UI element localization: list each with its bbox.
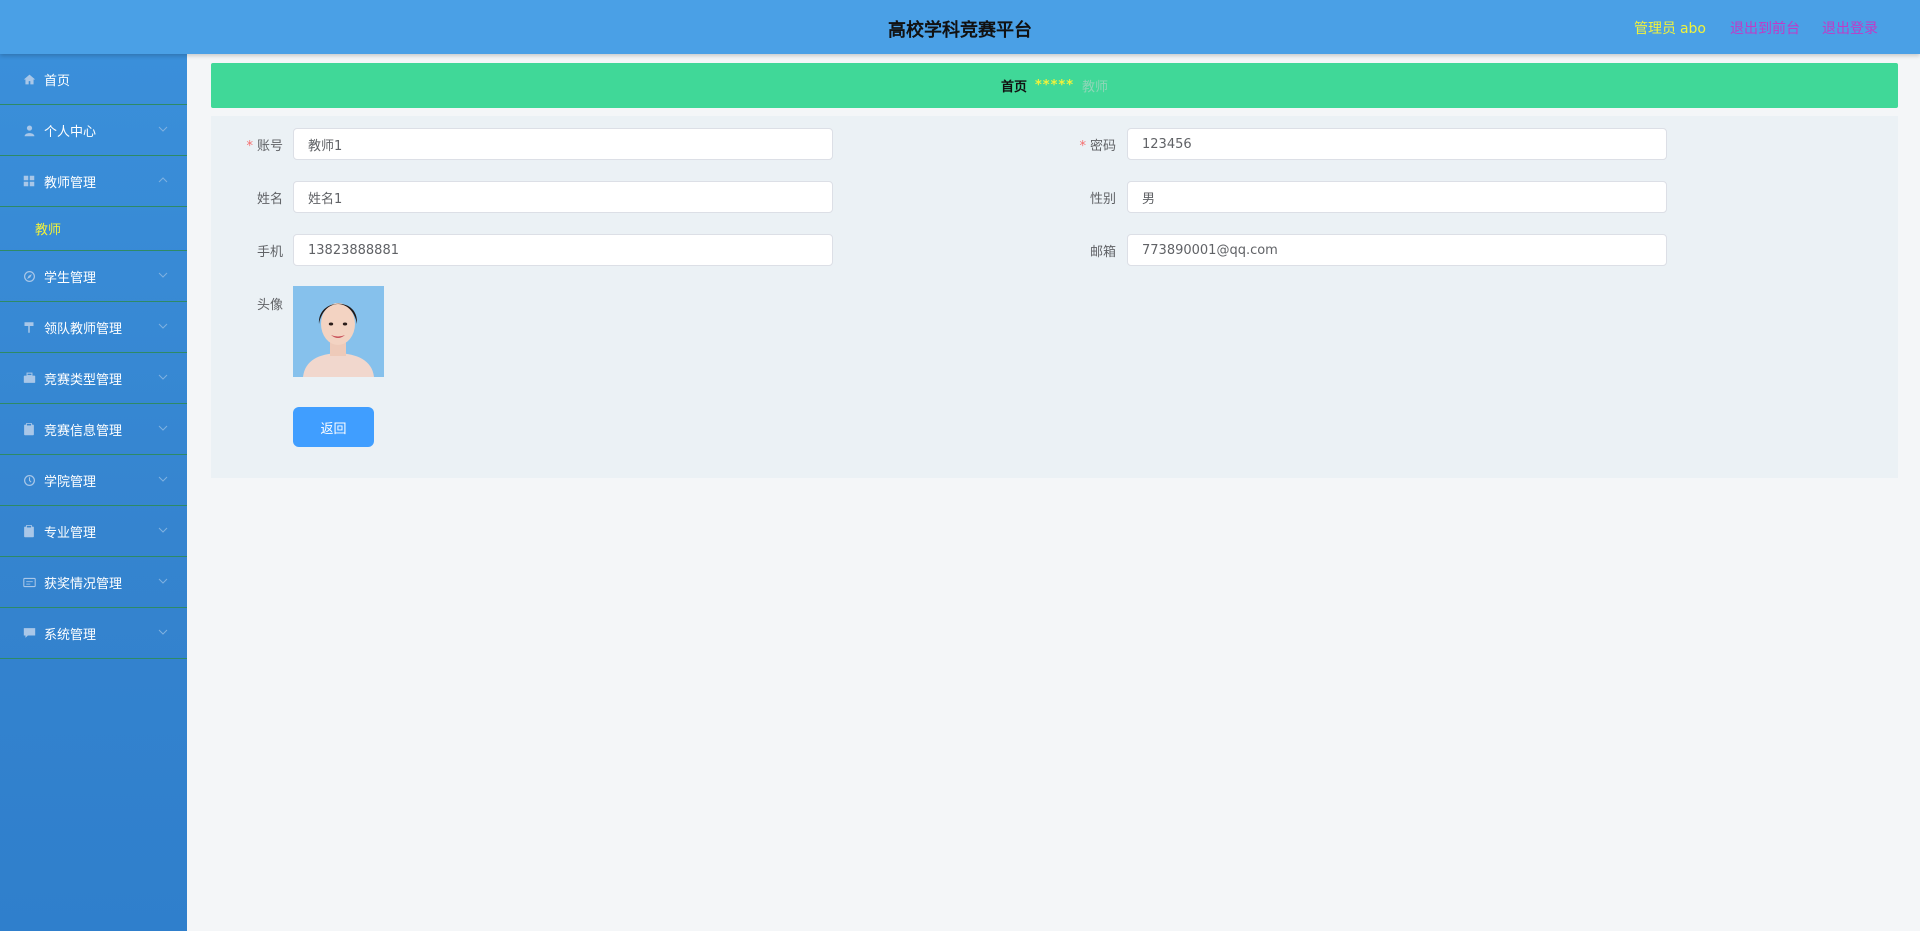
- name-label: 姓名: [256, 192, 283, 207]
- sidebar-item-label: 专业管理: [44, 525, 97, 541]
- sidebar-item-competition-type-management[interactable]: 竞赛类型管理: [0, 353, 187, 404]
- breadcrumb-separator: *****: [1035, 78, 1074, 93]
- sidebar-item-teacher-management[interactable]: 教师管理: [0, 156, 187, 207]
- gender-label: 性别: [1089, 192, 1116, 207]
- chevron-down-icon: [158, 374, 168, 380]
- sidebar-menu: 首页 个人中心 教师管理 教师 学生管理 领队教师管理 竞赛类型管理 竞赛信息管…: [0, 54, 187, 931]
- password-field[interactable]: [1127, 128, 1667, 160]
- sidebar-item-label: 竞赛信息管理: [44, 423, 123, 439]
- sidebar-item-home[interactable]: 首页: [0, 54, 187, 105]
- gender-field[interactable]: [1127, 181, 1667, 213]
- sidebar-item-label: 首页: [44, 73, 71, 89]
- flag-icon: [22, 320, 36, 334]
- home-icon: [22, 72, 36, 86]
- sidebar-subitem-teacher[interactable]: 教师: [0, 207, 187, 251]
- password-label-text: 密码: [1089, 139, 1116, 154]
- compass-icon: [22, 269, 36, 283]
- ticket-icon: [22, 575, 36, 589]
- breadcrumb-home[interactable]: 首页: [1001, 76, 1027, 95]
- grid-icon: [22, 174, 36, 188]
- chevron-down-icon: [158, 323, 168, 329]
- sidebar-item-college-management[interactable]: 学院管理: [0, 455, 187, 506]
- chevron-down-icon: [158, 126, 168, 132]
- clipboard-icon: [22, 524, 36, 538]
- breadcrumb: 首页 ***** 教师: [211, 63, 1898, 108]
- phone-field[interactable]: [293, 234, 833, 266]
- account-label: * 账号: [213, 135, 283, 154]
- account-label-text: 账号: [256, 139, 283, 154]
- logout-link[interactable]: 退出登录: [1822, 18, 1878, 38]
- sidebar-item-award-management[interactable]: 获奖情况管理: [0, 557, 187, 608]
- chevron-down-icon: [158, 578, 168, 584]
- chevron-up-icon: [158, 177, 168, 183]
- sidebar-item-label: 教师管理: [44, 175, 97, 191]
- password-label: * 密码: [1046, 135, 1116, 154]
- sidebar-item-label: 获奖情况管理: [44, 576, 123, 592]
- chevron-down-icon: [158, 272, 168, 278]
- briefcase-icon: [22, 371, 36, 385]
- chevron-down-icon: [158, 425, 168, 431]
- sidebar-item-label: 学生管理: [44, 270, 97, 286]
- chevron-down-icon: [158, 476, 168, 482]
- chevron-down-icon: [158, 629, 168, 635]
- sidebar-item-label: 个人中心: [44, 124, 97, 140]
- app-title: 高校学科竞赛平台: [888, 20, 1032, 41]
- required-mark: *: [246, 139, 253, 154]
- current-user: 管理员 abo: [1634, 18, 1706, 38]
- teacher-detail-form: *账号 *密码 姓名 性别 手机 邮箱 头像 返回: [211, 116, 1898, 478]
- sidebar-item-label: 领队教师管理: [44, 321, 123, 337]
- user-icon: [22, 123, 36, 137]
- sidebar-item-profile[interactable]: 个人中心: [0, 105, 187, 156]
- sidebar-item-system-management[interactable]: 系统管理: [0, 608, 187, 659]
- chat-icon: [22, 626, 36, 640]
- sidebar-item-competition-info-management[interactable]: 竞赛信息管理: [0, 404, 187, 455]
- required-mark: *: [1079, 139, 1086, 154]
- breadcrumb-current: 教师: [1082, 80, 1109, 95]
- email-label: 邮箱: [1089, 245, 1116, 260]
- clipboard-icon: [22, 422, 36, 436]
- account-field[interactable]: [293, 128, 833, 160]
- sidebar-item-label: 学院管理: [44, 474, 97, 490]
- sidebar-item-label: 系统管理: [44, 627, 97, 643]
- sidebar-item-team-leader-management[interactable]: 领队教师管理: [0, 302, 187, 353]
- username: abo: [1679, 21, 1706, 37]
- chevron-down-icon: [158, 527, 168, 533]
- sidebar-item-major-management[interactable]: 专业管理: [0, 506, 187, 557]
- name-field[interactable]: [293, 181, 833, 213]
- sidebar-item-label: 竞赛类型管理: [44, 372, 123, 388]
- sidebar-item-student-management[interactable]: 学生管理: [0, 251, 187, 302]
- avatar-image: [293, 286, 384, 377]
- circle-icon: [22, 473, 36, 487]
- role-label: 管理员: [1633, 21, 1676, 37]
- email-field[interactable]: [1127, 234, 1667, 266]
- back-button[interactable]: 返回: [293, 407, 374, 447]
- back-to-front-link[interactable]: 退出到前台: [1730, 18, 1800, 38]
- top-header: 高校学科竞赛平台 管理员 abo 退出到前台 退出登录: [0, 0, 1920, 54]
- phone-label: 手机: [256, 245, 283, 260]
- avatar-label: 头像: [256, 298, 283, 313]
